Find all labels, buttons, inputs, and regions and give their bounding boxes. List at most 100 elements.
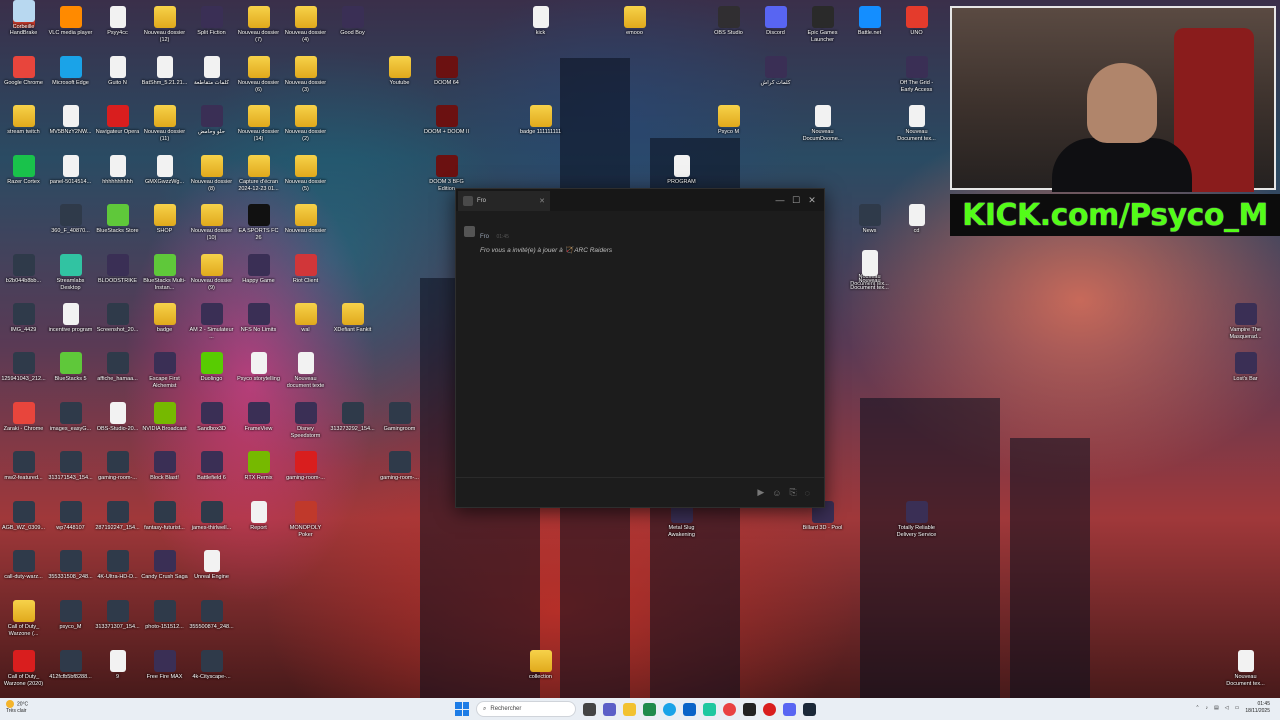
desktop-icon-4kcity[interactable]: 4k-Cityscape-... — [188, 650, 235, 681]
desktop-icon-4kultra[interactable]: 4K-Ultra-HD-D... — [94, 550, 141, 581]
desktop-icon-nd9[interactable]: Nouveau dossier (9) — [188, 254, 235, 291]
desktop-icon-gamingroom[interactable]: Gamingroom — [376, 402, 423, 433]
chat-tab[interactable]: Fro ✕ — [458, 191, 550, 211]
desktop-icon-zaraki[interactable]: Zaraki - Chrome — [0, 402, 47, 433]
desktop-icon-opera[interactable]: Navigateur Opera — [94, 105, 141, 136]
desktop-icon-arabic3[interactable]: كلمات كراش — [752, 56, 799, 87]
desktop-icon-disney[interactable]: Disney Speedstorm — [282, 402, 329, 439]
desktop-icon-candy[interactable]: Candy Crush Saga — [141, 550, 188, 581]
desktop-icon-nd12[interactable]: Nouveau dossier (12) — [141, 6, 188, 43]
desktop-icon-psycostory[interactable]: Psyco storytelling — [235, 352, 282, 383]
desktop-icon-kick[interactable]: kick — [517, 6, 564, 37]
desktop-icon-psyy4cc[interactable]: Psyy4cc — [94, 6, 141, 37]
opera-icon[interactable] — [763, 702, 776, 716]
attach-icon[interactable]: ⎘ — [789, 487, 796, 498]
desktop-icon-images[interactable]: images_easyG... — [47, 402, 94, 433]
desktop-icon-badge2[interactable]: badge — [141, 303, 188, 334]
desktop-icon-eafc[interactable]: EA SPORTS FC 26 — [235, 204, 282, 241]
emoji-icon[interactable]: ☺ — [772, 488, 781, 498]
outlook-icon[interactable] — [683, 702, 696, 716]
desktop-icon-stream[interactable]: stream twitch — [0, 105, 47, 136]
desktop-icon-batshm[interactable]: BatShm_5.21.21... — [141, 56, 188, 87]
desktop-icon-badge[interactable]: badge 111111111 — [517, 105, 564, 136]
desktop-icon-discord[interactable]: Discord — [752, 6, 799, 37]
task-view-icon[interactable] — [583, 702, 596, 716]
desktop-icon-wal[interactable]: wal — [282, 303, 329, 334]
desktop-icon-affiche[interactable]: affiche_hamaa... — [94, 352, 141, 383]
desktop-icon-nd6[interactable]: Nouveau dossier (6) — [235, 56, 282, 93]
desktop-icon-duolingo[interactable]: Duolingo — [188, 352, 235, 383]
windows-start-icon[interactable] — [455, 702, 469, 716]
desktop-icon-img412[interactable]: 412fcfb5bf8288... — [47, 650, 94, 681]
chat-titlebar[interactable]: Fro ✕ — ☐ ✕ — [456, 189, 824, 211]
clock[interactable]: 01:45 18/11/2025 — [1245, 701, 1270, 715]
desktop-icon-gmx[interactable]: GMXGwzzWg... — [141, 155, 188, 186]
desktop-icon-img3550[interactable]: 355500874_248... — [188, 600, 235, 631]
desktop-icon-bf6[interactable]: Battlefield 6 — [188, 451, 235, 482]
desktop-icon-escape[interactable]: Escape First Alchemist — [141, 352, 188, 389]
desktop-icon-img3132[interactable]: 313273292_154... — [329, 402, 376, 433]
desktop-icon-nd8[interactable]: Nouveau dossier (8) — [188, 155, 235, 192]
desktop-icon-nd11[interactable]: Nouveau dossier (11) — [141, 105, 188, 142]
desktop-icon-mw2[interactable]: mw2-featured... — [0, 451, 47, 482]
close-icon[interactable]: ✕ — [539, 197, 545, 205]
weather-widget[interactable]: 20°C Très clair — [6, 700, 28, 715]
desktop-icon-wp[interactable]: wp7448107 — [47, 501, 94, 532]
steam-icon[interactable] — [803, 702, 816, 716]
maximize-icon[interactable]: ☐ — [788, 193, 804, 207]
desktop-icon-shop[interactable]: SHOP — [141, 204, 188, 235]
desktop-icon-gamingroom4[interactable]: gaming-room-... — [376, 451, 423, 482]
desktop-icon-obsstudio20[interactable]: OBS-Studio-20... — [94, 402, 141, 433]
desktop-icon-am2[interactable]: AM 2 - Simulateur ... — [188, 303, 235, 340]
desktop-icon-arabic1[interactable]: كلمات متقاطعة — [188, 56, 235, 87]
desktop-icon-guito[interactable]: Guito N — [94, 56, 141, 87]
message-sender[interactable]: Fro — [480, 234, 489, 240]
desktop-icon-gamingroom2[interactable]: gaming-room-... — [94, 451, 141, 482]
desktop-icon-ndoctex5[interactable]: Nouveau Document tex... — [1222, 650, 1269, 687]
chat-input[interactable]: ▶ ☺ ⎘ ◌ — [456, 477, 824, 507]
desktop-icon-fantasy[interactable]: fantasy-futurist... — [141, 501, 188, 532]
desktop-icon-psycom[interactable]: Psyco M — [705, 105, 752, 136]
desktop-icon-agb[interactable]: AGB_WZ_0309... — [0, 501, 47, 532]
obs-icon[interactable] — [743, 702, 756, 716]
file-explorer-icon[interactable] — [623, 702, 636, 716]
desktop-icon-mv5b[interactable]: MV5BNzY2NW... — [47, 105, 94, 136]
desktop-icon-bsmulti[interactable]: BlueStacks Multi-Instan... — [141, 254, 188, 291]
desktop-icon-arabic2[interactable]: حلو وحامض — [188, 105, 235, 136]
chevron-up-icon[interactable]: ⌃ — [1195, 705, 1199, 711]
minimize-icon[interactable]: — — [772, 193, 788, 207]
desktop-icon-nd[interactable]: Nouveau dossier — [282, 204, 329, 235]
desktop-icon-battlenet[interactable]: Battle.net — [846, 6, 893, 37]
desktop-icon-nfs[interactable]: NFS No Limits — [235, 303, 282, 334]
desktop-icon-emooo[interactable]: emooo — [611, 6, 658, 37]
desktop-icon-vlc[interactable]: VLC media player — [47, 6, 94, 37]
desktop-icon-ndoctex4[interactable]: Nouveau document texte — [282, 352, 329, 389]
battery-icon[interactable]: ▭ — [1235, 705, 1240, 711]
desktop-icon-img360[interactable]: 360_F_40870... — [47, 204, 94, 235]
desktop-icon-nd2[interactable]: Nouveau dossier (2) — [282, 105, 329, 142]
desktop-icon-nd4[interactable]: Nouveau dossier (4) — [282, 6, 329, 43]
desktop-icon-img2871[interactable]: 287192247_154... — [94, 501, 141, 532]
desktop-icon-james[interactable]: james-thirlwell... — [188, 501, 235, 532]
desktop-icon-epic[interactable]: Epic Games Launcher — [799, 6, 846, 43]
desktop-icon-ndoctex3[interactable]: Nouveau Document tex... — [846, 254, 893, 291]
desktop-icon-uno[interactable]: UNO — [893, 6, 940, 37]
network-icon[interactable]: ▤ — [1214, 705, 1219, 711]
desktop-icon-nd7[interactable]: Nouveau dossier (7) — [235, 6, 282, 43]
desktop-icon-happy[interactable]: Happy Game — [235, 254, 282, 285]
chrome-icon[interactable] — [723, 702, 736, 716]
microphone-icon[interactable]: ♪ — [1206, 705, 1209, 711]
desktop-icon-doom3[interactable]: DOOM 3 BFG Edition — [423, 155, 470, 192]
desktop-icon-cod[interactable]: Call of Duty_ Warzone (... — [0, 600, 47, 637]
desktop-icon-offgrid[interactable]: Off The Grid - Early Access — [893, 56, 940, 93]
desktop-icon-img3133[interactable]: 313371307_154... — [94, 600, 141, 631]
desktop-icon-capture[interactable]: Capture d'écran 2024-12-23 01... — [235, 155, 282, 192]
store-icon[interactable] — [643, 702, 656, 716]
desktop-icon-riot[interactable]: Riot Client — [282, 254, 329, 285]
desktop-icon-split[interactable]: Split Fiction — [188, 6, 235, 37]
desktop-icon-sandbox[interactable]: Sandbox3D — [188, 402, 235, 433]
desktop-icon-chrome[interactable]: Google Chrome — [0, 56, 47, 87]
desktop-icon-edge[interactable]: Microsoft Edge — [47, 56, 94, 87]
close-icon[interactable]: ✕ — [804, 193, 820, 207]
desktop-icon-img1259[interactable]: 125941043_212... — [0, 352, 47, 383]
